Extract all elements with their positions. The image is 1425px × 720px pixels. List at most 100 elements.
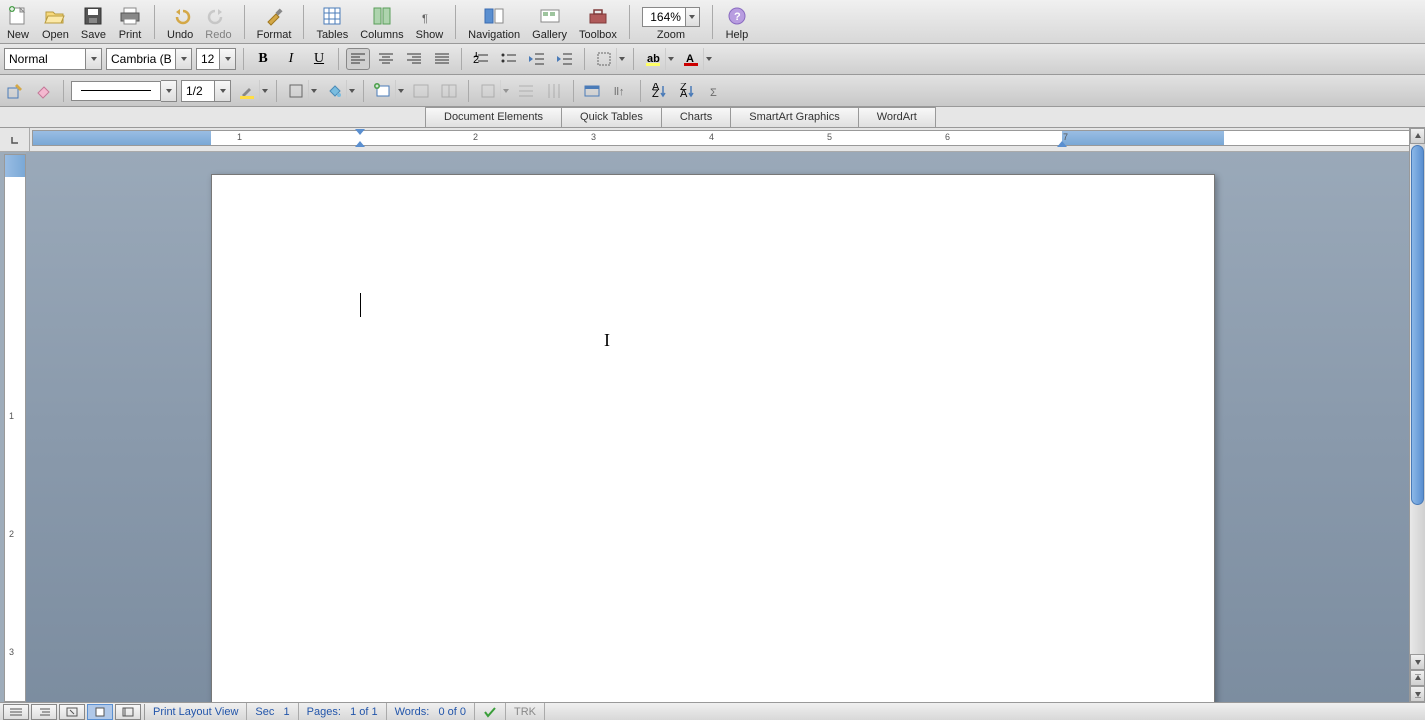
new-button[interactable]: New xyxy=(4,5,32,41)
scroll-down-button[interactable] xyxy=(1410,654,1425,670)
next-page-button[interactable] xyxy=(1410,686,1425,702)
track-changes[interactable]: TRK xyxy=(506,703,545,720)
draft-view-button[interactable] xyxy=(3,704,29,720)
zoom-dropdown[interactable] xyxy=(686,7,700,27)
print-layout-view-button[interactable] xyxy=(87,704,113,720)
help-button[interactable]: ? Help xyxy=(723,5,751,41)
indent-marker-top[interactable] xyxy=(355,129,365,137)
separator xyxy=(243,48,244,70)
vertical-ruler[interactable]: 1 2 3 xyxy=(4,154,26,702)
insert-table-button[interactable] xyxy=(371,80,405,102)
navigation-button[interactable]: Navigation xyxy=(466,5,522,41)
style-input[interactable] xyxy=(4,48,86,70)
underline-button[interactable]: U xyxy=(307,48,331,70)
eraser-button[interactable] xyxy=(32,80,56,102)
horizontal-ruler[interactable]: 1 2 3 4 5 6 7 xyxy=(32,130,1417,146)
prev-page-button[interactable] xyxy=(1410,670,1425,686)
numbered-list-button[interactable]: 12 xyxy=(469,48,493,70)
border-style-button[interactable] xyxy=(284,80,318,102)
distribute-cols-button[interactable] xyxy=(542,80,566,102)
style-dropdown[interactable] xyxy=(86,48,102,70)
distribute-rows-button[interactable] xyxy=(514,80,538,102)
svg-text:A: A xyxy=(680,88,688,99)
font-combo[interactable] xyxy=(106,48,192,70)
tab-charts[interactable]: Charts xyxy=(661,107,731,127)
align-cell-button[interactable] xyxy=(476,80,510,102)
borders-button[interactable] xyxy=(592,48,626,70)
size-dropdown[interactable] xyxy=(220,48,236,70)
decrease-indent-button[interactable] xyxy=(525,48,549,70)
redo-label: Redo xyxy=(205,29,231,41)
font-input[interactable] xyxy=(106,48,176,70)
toolbox-button[interactable]: Toolbox xyxy=(577,5,619,41)
sort-desc-button[interactable]: ZA xyxy=(676,80,700,102)
insert-table-icon xyxy=(374,83,392,99)
format-button[interactable]: Format xyxy=(255,5,294,41)
align-left-button[interactable] xyxy=(346,48,370,70)
gallery-button[interactable]: Gallery xyxy=(530,5,569,41)
align-right-button[interactable] xyxy=(402,48,426,70)
tab-smartart[interactable]: SmartArt Graphics xyxy=(730,107,858,127)
line-style-combo[interactable] xyxy=(71,80,177,102)
bold-button[interactable]: B xyxy=(251,48,275,70)
undo-button[interactable]: Undo xyxy=(165,5,195,41)
weight-input[interactable] xyxy=(181,80,215,102)
tables-button[interactable]: Tables xyxy=(314,5,350,41)
size-input[interactable] xyxy=(196,48,220,70)
text-cursor xyxy=(360,293,361,317)
font-color-icon: A xyxy=(683,51,699,67)
scrollbar-track[interactable] xyxy=(1410,145,1425,652)
print-button[interactable]: Print xyxy=(116,5,144,41)
show-button[interactable]: ¶ Show xyxy=(414,5,446,41)
align-center-button[interactable] xyxy=(374,48,398,70)
sort-asc-button[interactable]: AZ xyxy=(648,80,672,102)
scrollbar-thumb[interactable] xyxy=(1411,145,1424,505)
autoformat-button[interactable] xyxy=(581,80,605,102)
increase-indent-button[interactable] xyxy=(553,48,577,70)
draw-table-button[interactable] xyxy=(4,80,28,102)
gallery-label: Gallery xyxy=(532,29,567,41)
redo-button[interactable]: Redo xyxy=(203,5,233,41)
italic-button[interactable]: I xyxy=(279,48,303,70)
columns-button[interactable]: Columns xyxy=(358,5,405,41)
ribbon-tabs: Document Elements Quick Tables Charts Sm… xyxy=(0,107,1425,128)
zoom-value[interactable]: 164% xyxy=(642,7,686,27)
tab-selector[interactable] xyxy=(0,128,30,151)
text-direction-button[interactable]: ll↑ xyxy=(609,80,633,102)
open-button[interactable]: Open xyxy=(40,5,71,41)
highlight-button[interactable]: ab xyxy=(641,48,675,70)
pen-color-button[interactable] xyxy=(235,80,269,102)
size-combo[interactable] xyxy=(196,48,236,70)
align-justify-button[interactable] xyxy=(430,48,454,70)
tab-quick-tables[interactable]: Quick Tables xyxy=(561,107,662,127)
tab-wordart[interactable]: WordArt xyxy=(858,107,936,127)
new-label: New xyxy=(7,29,29,41)
scroll-up-button[interactable] xyxy=(1410,128,1425,144)
document-scroll-area[interactable]: I xyxy=(26,152,1409,702)
notebook-view-button[interactable] xyxy=(115,704,141,720)
shading-button[interactable] xyxy=(322,80,356,102)
split-cells-button[interactable] xyxy=(437,80,461,102)
merge-cells-button[interactable] xyxy=(409,80,433,102)
publishing-view-button[interactable] xyxy=(59,704,85,720)
bullet-list-button[interactable] xyxy=(497,48,521,70)
autoformat-icon xyxy=(584,83,602,99)
pages-info: Pages: 1 of 1 xyxy=(299,703,387,720)
outline-view-button[interactable] xyxy=(31,704,57,720)
main-toolbar: New Open Save Print Undo Redo Format Tab… xyxy=(0,0,1425,44)
align-right-icon xyxy=(407,53,421,65)
font-dropdown[interactable] xyxy=(176,48,192,70)
document-page[interactable]: I xyxy=(211,174,1215,702)
tab-document-elements[interactable]: Document Elements xyxy=(425,107,562,127)
line-weight-combo[interactable] xyxy=(181,80,231,102)
autosum-button[interactable]: Σ xyxy=(704,80,728,102)
font-color-button[interactable]: A xyxy=(679,48,713,70)
style-combo[interactable] xyxy=(4,48,102,70)
toolbox-icon xyxy=(587,6,609,26)
separator xyxy=(468,80,469,102)
indent-marker-right[interactable] xyxy=(1057,139,1067,147)
vertical-scrollbar[interactable] xyxy=(1409,128,1425,702)
spell-check-button[interactable] xyxy=(475,703,506,720)
save-button[interactable]: Save xyxy=(79,5,108,41)
ruler-tick-5: 5 xyxy=(827,132,832,142)
